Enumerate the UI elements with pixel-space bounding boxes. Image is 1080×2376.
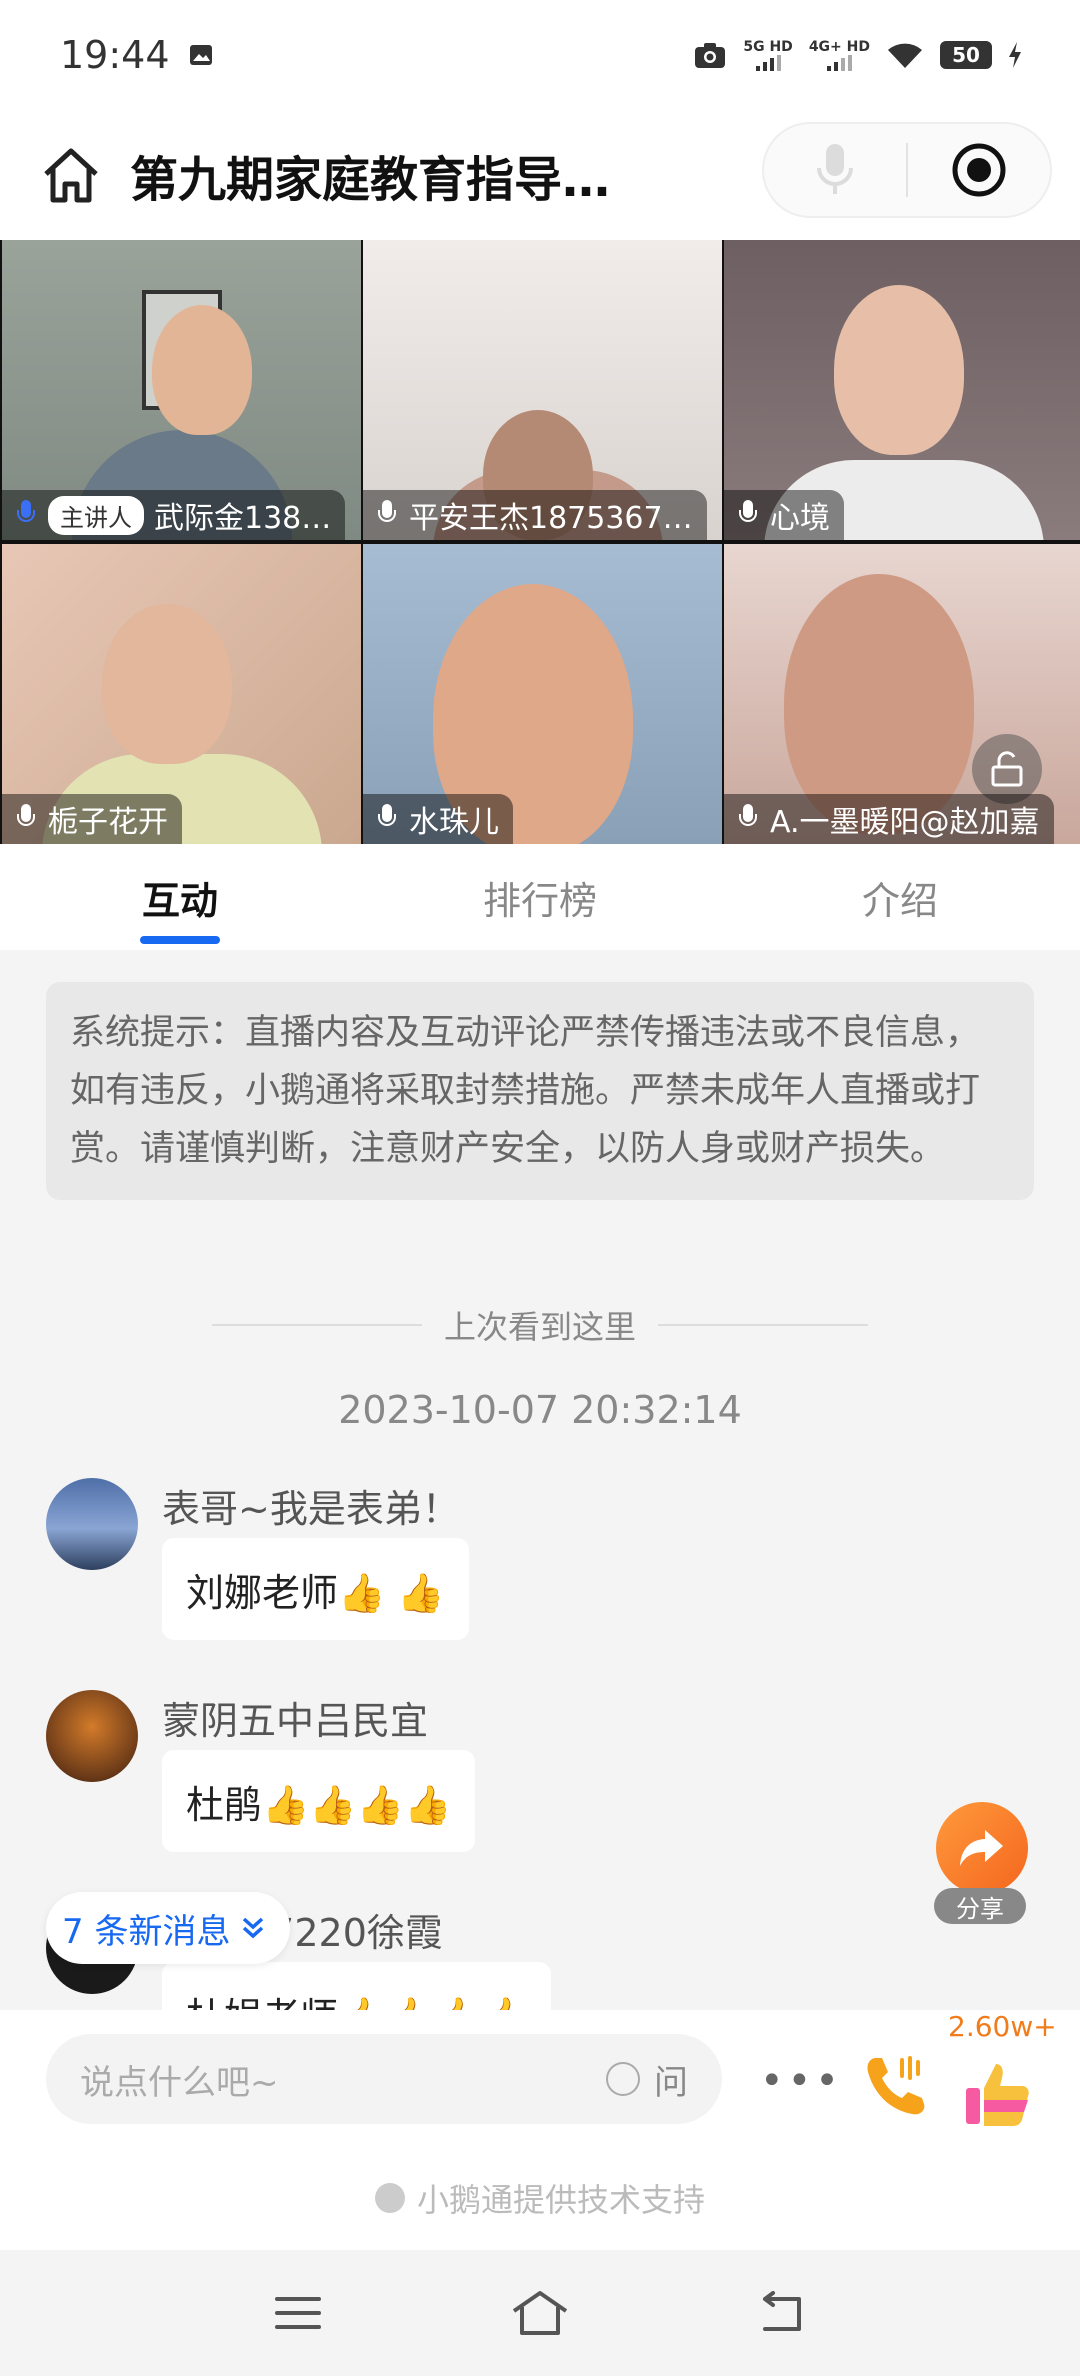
host-badge: 主讲人 xyxy=(48,495,144,535)
comment-placeholder: 说点什么吧~ xyxy=(80,2062,279,2103)
participant-name-tag: 栀子花开 xyxy=(2,794,182,844)
gallery-notification-icon xyxy=(189,45,212,65)
video-tile[interactable]: A.一墨暖阳@赵加嘉 xyxy=(724,544,1080,844)
system-notice: 系统提示：直播内容及互动评论严禁传播违法或不良信息，如有违反，小鹅通将采取封禁措… xyxy=(46,982,1034,1200)
last-seen-divider: 上次看到这里 xyxy=(0,1302,1080,1348)
participant-name: A.一墨暖阳@赵加嘉 xyxy=(770,805,1040,840)
status-bar: 19:44 5G HD 4G+ HD 50 xyxy=(0,0,1080,110)
home-icon[interactable] xyxy=(40,144,102,206)
participant-name: 平安王杰1875367… xyxy=(409,501,693,536)
signal-bars-icon xyxy=(743,55,792,71)
share-circle xyxy=(936,1802,1028,1894)
comment-input[interactable]: 说点什么吧~ 问 xyxy=(46,2034,722,2124)
microphone-icon xyxy=(16,500,36,530)
input-bar: 说点什么吧~ 问 ••• 2.60w+ xyxy=(0,2010,1080,2146)
charging-icon xyxy=(1009,42,1021,68)
participant-name: 武际金138… xyxy=(154,501,332,536)
xiaoetong-logo-icon xyxy=(374,2183,405,2213)
phone-call-icon[interactable] xyxy=(862,2050,932,2120)
participant-name-tag: 心境 xyxy=(724,490,844,540)
new-messages-label: 7 条新消息 xyxy=(62,1911,231,1952)
header: 第九期家庭教育指导… xyxy=(0,110,1080,240)
unlock-icon xyxy=(991,751,1023,787)
more-button[interactable]: ••• xyxy=(760,2058,843,2104)
tech-support-credit: 小鹅通提供技术支持 xyxy=(0,2146,1080,2250)
video-tile[interactable]: 平安王杰1875367… xyxy=(363,240,722,540)
participant-name-tag: 主讲人 武际金138… xyxy=(2,490,346,540)
ask-label: 问 xyxy=(654,2062,688,2103)
message-bubble: 杜鹃👍👍👍👍 xyxy=(162,1750,476,1852)
message-bubble: 杜娟老师👍👍👍👍 xyxy=(162,1962,552,2010)
wifi-icon xyxy=(888,43,922,68)
like-count: 2.60w+ xyxy=(948,2010,1057,2043)
radio-circle-icon xyxy=(606,2062,640,2096)
video-tile[interactable]: 主讲人 武际金138… xyxy=(2,240,361,540)
participant-name-tag: 水珠儿 xyxy=(363,794,513,844)
battery-indicator: 50 xyxy=(940,41,992,69)
microphone-icon xyxy=(377,804,397,834)
video-grid: 主讲人 武际金138… 平安王杰1875367… 心境 栀子花开 水珠儿 A.一… xyxy=(0,240,1080,844)
avatar[interactable] xyxy=(46,1478,138,1570)
microphone-icon xyxy=(817,144,853,194)
chat-area[interactable]: 系统提示：直播内容及互动评论严禁传播违法或不良信息，如有违反，小鹅通将采取封禁措… xyxy=(0,950,1080,2010)
participant-name-tag: 平安王杰1875367… xyxy=(363,490,707,540)
signal-bars-icon xyxy=(809,55,870,71)
message-author: 表哥~我是表弟！ xyxy=(162,1487,460,1531)
network-signal-1: 5G HD xyxy=(743,39,793,71)
share-arrow-icon xyxy=(960,1830,1003,1866)
tab-interaction[interactable]: 互动 xyxy=(0,844,360,950)
microphone-icon xyxy=(377,500,397,530)
microphone-icon xyxy=(738,500,758,530)
video-tile[interactable]: 心境 xyxy=(724,240,1080,540)
chat-timestamp: 2023-10-07 20:32:14 xyxy=(338,1388,742,1432)
thumbs-up-icon[interactable] xyxy=(962,2060,1032,2130)
participant-name: 心境 xyxy=(770,501,830,536)
share-label: 分享 xyxy=(934,1888,1026,1924)
video-tile[interactable]: 水珠儿 xyxy=(363,544,722,844)
microphone-icon xyxy=(738,804,758,834)
video-tile[interactable]: 栀子花开 xyxy=(2,544,361,844)
credit-text: 小鹅通提供技术支持 xyxy=(416,2181,705,2219)
tab-leaderboard[interactable]: 排行榜 xyxy=(360,844,720,950)
share-button[interactable]: 分享 xyxy=(934,1802,1030,1932)
mic-button[interactable] xyxy=(764,142,906,198)
last-seen-label: 上次看到这里 xyxy=(443,1308,636,1346)
participant-name: 栀子花开 xyxy=(48,805,168,840)
camera-icon xyxy=(695,43,726,68)
system-nav-bar xyxy=(0,2250,1080,2376)
status-time: 19:44 xyxy=(60,33,170,77)
page-title: 第九期家庭教育指导… xyxy=(130,152,611,208)
header-action-pill xyxy=(762,122,1052,218)
avatar[interactable] xyxy=(46,1690,138,1782)
record-icon xyxy=(952,143,1006,197)
tab-bar: 互动 排行榜 介绍 xyxy=(0,844,1080,950)
ask-toggle[interactable]: 问 xyxy=(606,2055,688,2104)
record-button[interactable] xyxy=(908,142,1050,198)
network-signal-2: 4G+ HD xyxy=(809,39,870,71)
new-messages-button[interactable]: 7 条新消息 xyxy=(46,1892,291,1964)
tab-introduction[interactable]: 介绍 xyxy=(720,844,1080,950)
microphone-icon xyxy=(16,804,36,834)
home-nav-icon[interactable] xyxy=(510,2289,570,2337)
message-bubble: 刘娜老师👍 👍 xyxy=(162,1538,469,1640)
menu-icon[interactable] xyxy=(273,2293,323,2333)
participant-name-tag: A.一墨暖阳@赵加嘉 xyxy=(724,794,1054,844)
message-author: 蒙阴五中吕民宜 xyxy=(162,1699,429,1743)
participant-name: 水珠儿 xyxy=(409,805,499,840)
back-icon[interactable] xyxy=(757,2291,807,2335)
status-right: 5G HD 4G+ HD 50 xyxy=(693,39,1022,71)
chevron-double-down-icon xyxy=(243,1917,264,1939)
status-left: 19:44 xyxy=(60,33,214,77)
